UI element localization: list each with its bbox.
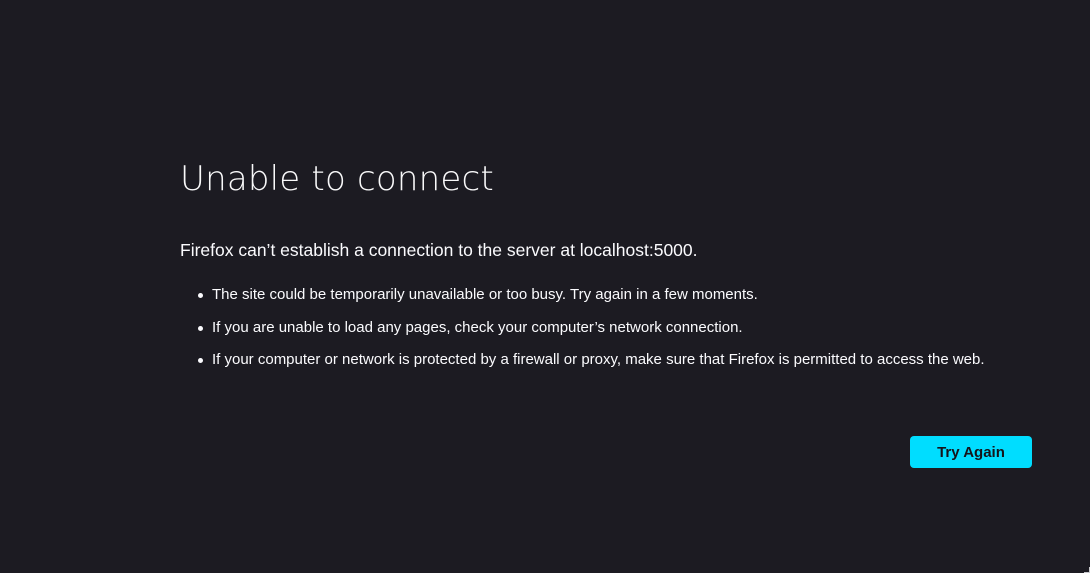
suggestion-text: If your computer or network is protected… xyxy=(212,351,985,368)
try-again-button[interactable]: Try Again xyxy=(910,436,1032,468)
suggestion-text: The site could be temporarily unavailabl… xyxy=(212,286,758,303)
bullet-icon xyxy=(198,293,203,298)
page-title: Unable to connect xyxy=(180,159,494,199)
button-row: Try Again xyxy=(180,436,1032,468)
bullet-icon xyxy=(198,325,203,331)
suggestion-list: The site could be temporarily unavailabl… xyxy=(180,282,1032,372)
suggestion-text: If you are unable to load any pages, che… xyxy=(212,318,743,336)
error-page-container: Unable to connect Firefox can’t establis… xyxy=(180,156,1032,468)
suggestion-item: The site could be temporarily unavailabl… xyxy=(198,282,1032,307)
error-short-description: Firefox can’t establish a connection to … xyxy=(180,240,698,260)
bullet-icon xyxy=(198,358,203,363)
resize-grip-icon[interactable] xyxy=(1084,567,1090,573)
suggestion-item: If your computer or network is protected… xyxy=(198,347,1032,372)
suggestion-item: If you are unable to load any pages, che… xyxy=(198,315,1032,340)
